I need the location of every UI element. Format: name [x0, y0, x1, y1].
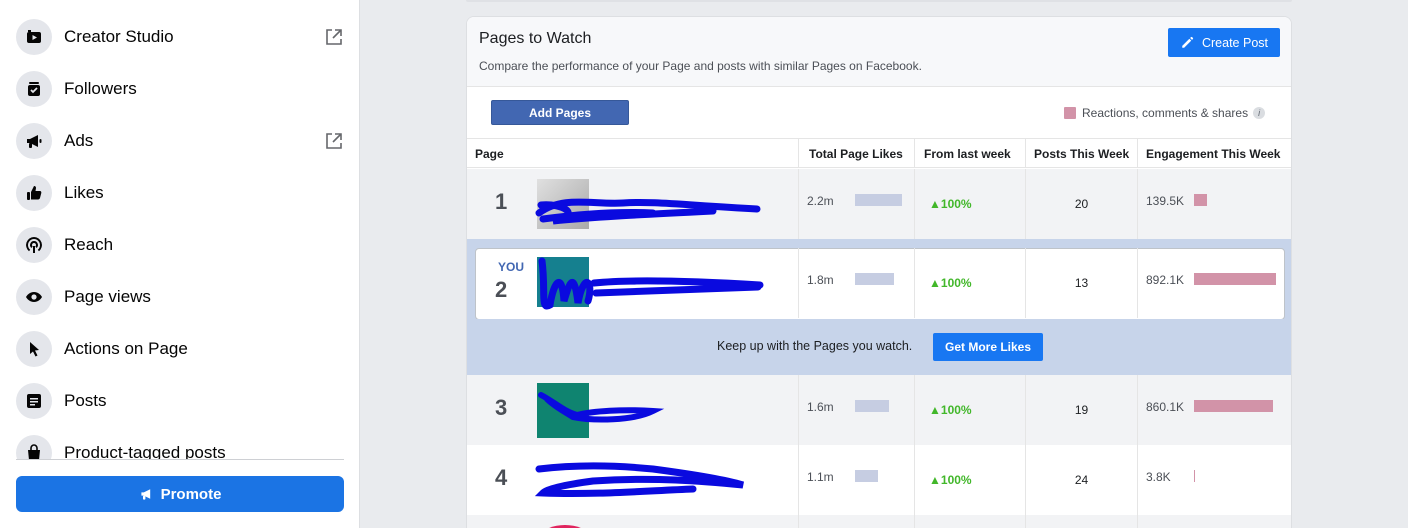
- sidebar-item-label: Product-tagged posts: [64, 443, 226, 460]
- get-more-likes-banner: Keep up with the Pages you watch. Get Mo…: [467, 319, 1291, 375]
- sidebar-item-posts[interactable]: Posts: [16, 379, 346, 423]
- engagement-bar: [1194, 273, 1276, 285]
- from-last-week-value: ▲100%: [929, 403, 972, 417]
- create-post-button[interactable]: Create Post: [1168, 28, 1280, 57]
- engagement-value: 139.5K: [1146, 194, 1185, 208]
- from-last-week-value: ▲100%: [929, 276, 972, 290]
- column-header-from-last-week[interactable]: From last week: [924, 139, 1011, 168]
- table-row[interactable]: 4 1.1m ▲100% 24 3.8K: [467, 445, 1291, 515]
- sidebar-item-creator-studio[interactable]: Creator Studio: [16, 15, 346, 59]
- engagement-bar: [1194, 470, 1195, 482]
- table-row[interactable]: 3 1.6m ▲100% 19 860.1K: [467, 375, 1291, 445]
- sidebar-item-label: Page views: [64, 287, 151, 306]
- sidebar-item-label: Likes: [64, 183, 104, 202]
- redaction-scribble: [538, 392, 665, 423]
- sidebar-nav-list: Creator Studio Followers Ads Likes Reach…: [0, 0, 360, 460]
- sidebar-item-label: Reach: [64, 235, 114, 254]
- promote-label: Promote: [160, 485, 222, 503]
- your-page-row: YOU 2 1.8m ▲100% 13 892.1K: [475, 248, 1285, 320]
- total-likes-value: 2.2m: [807, 194, 834, 208]
- engagement-bar: [1194, 194, 1207, 206]
- posts-this-week-value: 19: [1074, 403, 1089, 417]
- card-header: Pages to Watch Compare the performance o…: [467, 17, 1291, 87]
- legend-label: Reactions, comments & shares: [1082, 106, 1249, 120]
- chart-legend: Reactions, comments & shares i: [1064, 106, 1266, 120]
- sidebar-item-label: Creator Studio: [64, 27, 174, 46]
- sidebar-item-label: Posts: [64, 391, 107, 410]
- followers-icon: [16, 71, 52, 107]
- redaction-scribble: [534, 462, 745, 498]
- create-post-label: Create Post: [1201, 35, 1268, 50]
- likes-bar: [855, 273, 894, 285]
- column-header-page[interactable]: Page: [475, 139, 504, 168]
- sidebar-item-ads[interactable]: Ads: [16, 119, 346, 163]
- card-subtitle: Compare the performance of your Page and…: [479, 59, 922, 73]
- legend-swatch: [1064, 107, 1076, 119]
- posts-this-week-value: 20: [1074, 197, 1089, 211]
- total-likes-value: 1.8m: [807, 273, 834, 287]
- thumbs-up-icon: [16, 175, 52, 211]
- external-link-icon[interactable]: [324, 27, 344, 47]
- sidebar-divider: [16, 459, 344, 460]
- posts-this-week-value: 24: [1074, 473, 1089, 487]
- posts-icon: [16, 383, 52, 419]
- column-header-total-likes[interactable]: Total Page Likes: [809, 139, 903, 168]
- info-icon[interactable]: i: [1253, 107, 1266, 119]
- megaphone-icon: [140, 489, 150, 500]
- sidebar-item-page-views[interactable]: Page views: [16, 275, 346, 319]
- from-last-week-value: ▲100%: [929, 197, 972, 211]
- table-header: Page Total Page Likes From last week Pos…: [467, 138, 1291, 168]
- total-likes-value: 1.1m: [807, 470, 834, 484]
- sidebar: Creator Studio Followers Ads Likes Reach…: [0, 0, 360, 528]
- rank-number: 3: [495, 395, 508, 420]
- table-row[interactable]: 1 2.2m ▲100% 20 139.5K: [467, 169, 1291, 239]
- add-pages-button[interactable]: Add Pages: [491, 100, 629, 125]
- megaphone-icon: [16, 123, 52, 159]
- sidebar-item-actions-on-page[interactable]: Actions on Page: [16, 327, 346, 371]
- pencil-icon: [1182, 36, 1194, 48]
- rank-number: 4: [495, 465, 508, 490]
- eye-icon: [16, 279, 52, 315]
- engagement-value: 860.1K: [1146, 400, 1185, 414]
- from-last-week-value: ▲100%: [929, 473, 972, 487]
- rank-number: 2: [495, 277, 508, 302]
- table-row-you[interactable]: YOU 2 1.8m ▲100% 13 892.1K: [467, 239, 1291, 320]
- likes-bar: [855, 400, 889, 412]
- table-row-partial[interactable]: [467, 515, 1291, 528]
- redaction-scribble: [538, 257, 764, 310]
- sidebar-item-reach[interactable]: Reach: [16, 223, 346, 267]
- redaction-scribble: [535, 198, 761, 225]
- sidebar-item-followers[interactable]: Followers: [16, 67, 346, 111]
- cursor-icon: [16, 331, 52, 367]
- pages-to-watch-card: Pages to Watch Compare the performance o…: [466, 16, 1292, 528]
- sidebar-item-label: Ads: [64, 131, 94, 150]
- creator-studio-icon: [16, 19, 52, 55]
- total-likes-value: 1.6m: [807, 400, 834, 414]
- sidebar-item-label: Actions on Page: [64, 339, 188, 358]
- sidebar-item-likes[interactable]: Likes: [16, 171, 346, 215]
- reach-icon: [16, 227, 52, 263]
- sidebar-item-label: Followers: [64, 79, 137, 98]
- card-title: Pages to Watch: [479, 30, 592, 47]
- engagement-value: 892.1K: [1146, 273, 1185, 287]
- likes-bar: [855, 470, 878, 482]
- get-more-likes-button[interactable]: Get More Likes: [933, 333, 1043, 361]
- shopping-bag-icon: [16, 435, 52, 460]
- rank-number: 1: [495, 189, 508, 214]
- you-badge: YOU: [498, 260, 525, 274]
- engagement-value: 3.8K: [1146, 470, 1171, 484]
- previous-card-edge: [466, 0, 1292, 2]
- posts-this-week-value: 13: [1074, 276, 1089, 290]
- banner-text: Keep up with the Pages you watch.: [717, 339, 913, 353]
- promote-button[interactable]: Promote: [16, 476, 344, 512]
- external-link-icon[interactable]: [324, 131, 344, 151]
- column-header-posts-this-week[interactable]: Posts This Week: [1034, 139, 1129, 168]
- column-header-engagement[interactable]: Engagement This Week: [1146, 139, 1280, 168]
- likes-bar: [855, 194, 902, 206]
- sidebar-item-product-tagged-posts[interactable]: Product-tagged posts: [16, 431, 346, 460]
- engagement-bar: [1194, 400, 1273, 412]
